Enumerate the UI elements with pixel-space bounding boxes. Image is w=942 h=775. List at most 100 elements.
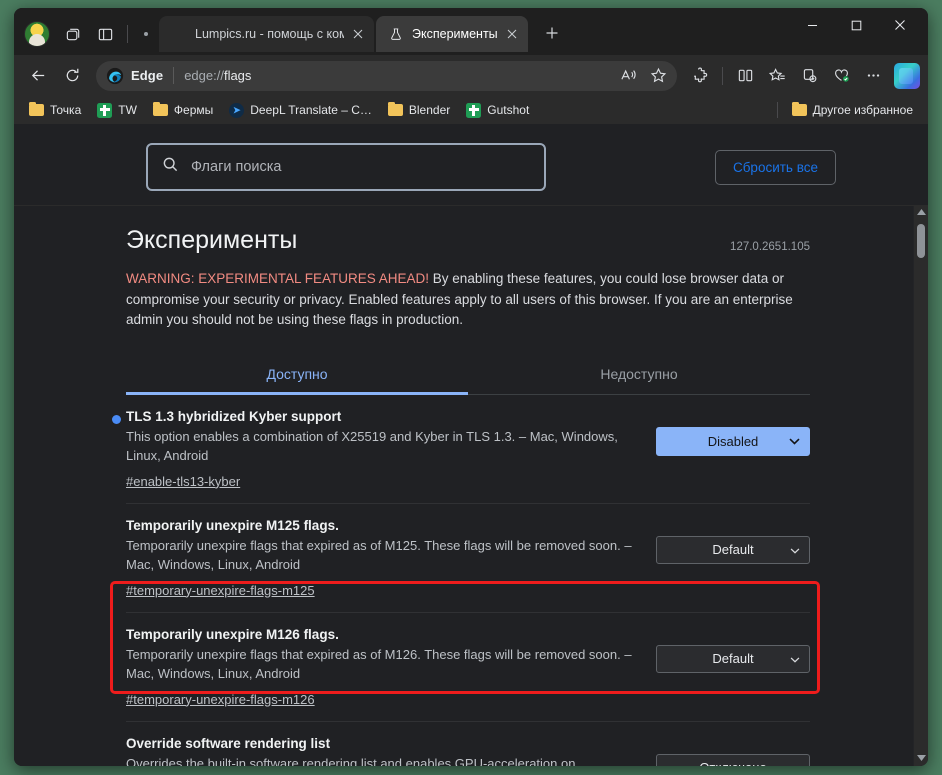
flag-title: Temporarily unexpire M125 flags. [126,517,339,533]
flag-control: Disabled [656,409,810,456]
flag-select[interactable]: Default [656,535,810,564]
tab-experiments[interactable]: Эксперименты [376,16,528,52]
folder-icon [791,101,807,116]
flag-row: Override software rendering list Overrid… [126,722,810,766]
minimize-button[interactable] [790,8,834,42]
page-icon [171,26,187,42]
add-to-collection-icon[interactable] [794,61,824,91]
flag-title: TLS 1.3 hybridized Kyber support [126,408,342,424]
tab-copy-icon[interactable] [58,19,88,49]
bookmark-label: Фермы [173,103,214,117]
bookmark-fermy[interactable]: Фермы [146,100,220,120]
flag-title: Override software rendering list [126,735,331,751]
favorite-star-icon[interactable] [643,61,673,91]
search-input[interactable]: Флаги поиска [146,143,546,191]
flags-scroll-area: Эксперименты 127.0.2651.105 WARNING: EXP… [14,205,928,766]
edge-logo-icon [106,67,124,85]
search-row: Флаги поиска Сбросить все [14,143,928,191]
flag-description: Temporarily unexpire flags that expired … [126,646,632,682]
green-cross-icon [97,102,113,118]
maximize-button[interactable] [834,8,878,42]
tab-title: Эксперименты [412,27,498,41]
window-controls [790,8,922,48]
flag-permalink[interactable]: #temporary-unexpire-flags-m126 [126,692,315,707]
bookmark-label: DeepL Translate – C… [250,103,372,117]
flag-select-value: Disabled [707,433,759,449]
flag-control: Default [656,627,810,673]
bookmark-tochka[interactable]: Точка [22,100,88,120]
bookmark-blender[interactable]: Blender [381,100,457,120]
bookmark-other-favorites[interactable]: Другое избранное [785,100,920,120]
reset-all-button[interactable]: Сбросить все [714,149,836,185]
page-scrollbar[interactable] [913,206,928,766]
copilot-icon[interactable] [894,62,920,89]
vertical-tabs-icon[interactable] [90,19,120,49]
scroll-up-arrow-icon[interactable] [916,209,926,217]
tab-available[interactable]: Доступно [126,355,468,395]
bookmark-label: Gutshot [487,103,530,117]
flag-select-value: Default [712,542,754,558]
read-aloud-icon[interactable] [613,61,643,91]
flag-select[interactable]: Отключено [656,753,810,766]
omnibox-url: edge://flags [184,68,252,83]
profile-avatar[interactable] [24,21,50,47]
bookmark-label: TW [118,103,137,117]
search-placeholder: Флаги поиска [191,159,282,175]
omnibox-right-icons [613,61,673,91]
tab-unavailable[interactable]: Недоступно [468,355,810,394]
flag-control: Отключено [656,736,810,766]
split-screen-icon[interactable] [730,61,760,91]
address-bar[interactable]: Edge edge://flags [96,60,677,91]
chevron-down-icon [790,542,800,557]
chevron-down-icon [790,651,800,666]
flag-control: Default [656,518,810,564]
bookmarks-right: Другое избранное [770,100,920,120]
flag-row: TLS 1.3 hybridized Kyber support This op… [112,395,810,504]
flag-row: Temporarily unexpire M125 flags. Tempora… [126,504,810,613]
flag-select-value: Default [712,651,754,667]
more-settings-icon[interactable] [858,61,888,91]
back-button[interactable] [22,60,54,92]
tab-lumpics[interactable]: Lumpics.ru - помощь с компьют [159,16,374,52]
flags-tabs: Доступно Недоступно [126,355,810,395]
bookmark-tw[interactable]: TW [90,100,144,121]
tab-strip-left-controls: Lumpics.ru - помощь с компьют Эксперимен… [22,15,568,55]
tab-group-dot-icon[interactable] [135,19,157,49]
flag-select[interactable]: Default [656,644,810,673]
scrollbar-track[interactable] [917,220,925,752]
collections-icon[interactable] [762,61,792,91]
bookmarks-bar: Точка TW Фермы ➤ DeepL Translate – C… Bl… [14,96,928,125]
deepl-icon: ➤ [229,102,245,118]
flags-page: Флаги поиска Сбросить все Эксперименты 1… [14,125,928,766]
tab-strip: Lumpics.ru - помощь с компьют Эксперимен… [14,8,928,55]
new-tab-button[interactable] [536,17,568,49]
scrollbar-thumb[interactable] [917,224,925,258]
close-icon[interactable] [502,24,522,44]
omnibox-brand: Edge [131,68,164,83]
bookmark-gutshot[interactable]: Gutshot [459,100,536,121]
flag-info: Temporarily unexpire M125 flags. Tempora… [126,518,656,600]
flags-search-header: Флаги поиска Сбросить все [14,125,928,205]
folder-icon [29,101,44,116]
close-icon[interactable] [348,24,368,44]
bookmark-deepl[interactable]: ➤ DeepL Translate – C… [222,100,379,121]
folder-icon [387,101,403,116]
green-cross-icon [466,102,482,118]
omnibox-divider [173,67,175,84]
version-label: 127.0.2651.105 [730,240,810,253]
close-window-button[interactable] [878,8,922,42]
flag-select[interactable]: Disabled [656,426,810,456]
tabstrip-divider [127,25,128,43]
omnibox-url-path: flags [223,68,252,83]
browser-essentials-icon[interactable] [826,61,856,91]
flag-description: Overrides the built-in software renderin… [126,755,576,766]
flag-permalink[interactable]: #temporary-unexpire-flags-m125 [126,583,315,598]
flag-info: Temporarily unexpire M126 flags. Tempora… [126,627,656,709]
bookmarks-divider [776,102,778,118]
scroll-down-arrow-icon[interactable] [916,755,926,763]
tab-title: Lumpics.ru - помощь с компьют [195,27,344,41]
refresh-button[interactable] [56,60,88,92]
flask-icon [388,26,404,42]
extensions-icon[interactable] [685,61,715,91]
flag-permalink[interactable]: #enable-tls13-kyber [126,474,240,489]
